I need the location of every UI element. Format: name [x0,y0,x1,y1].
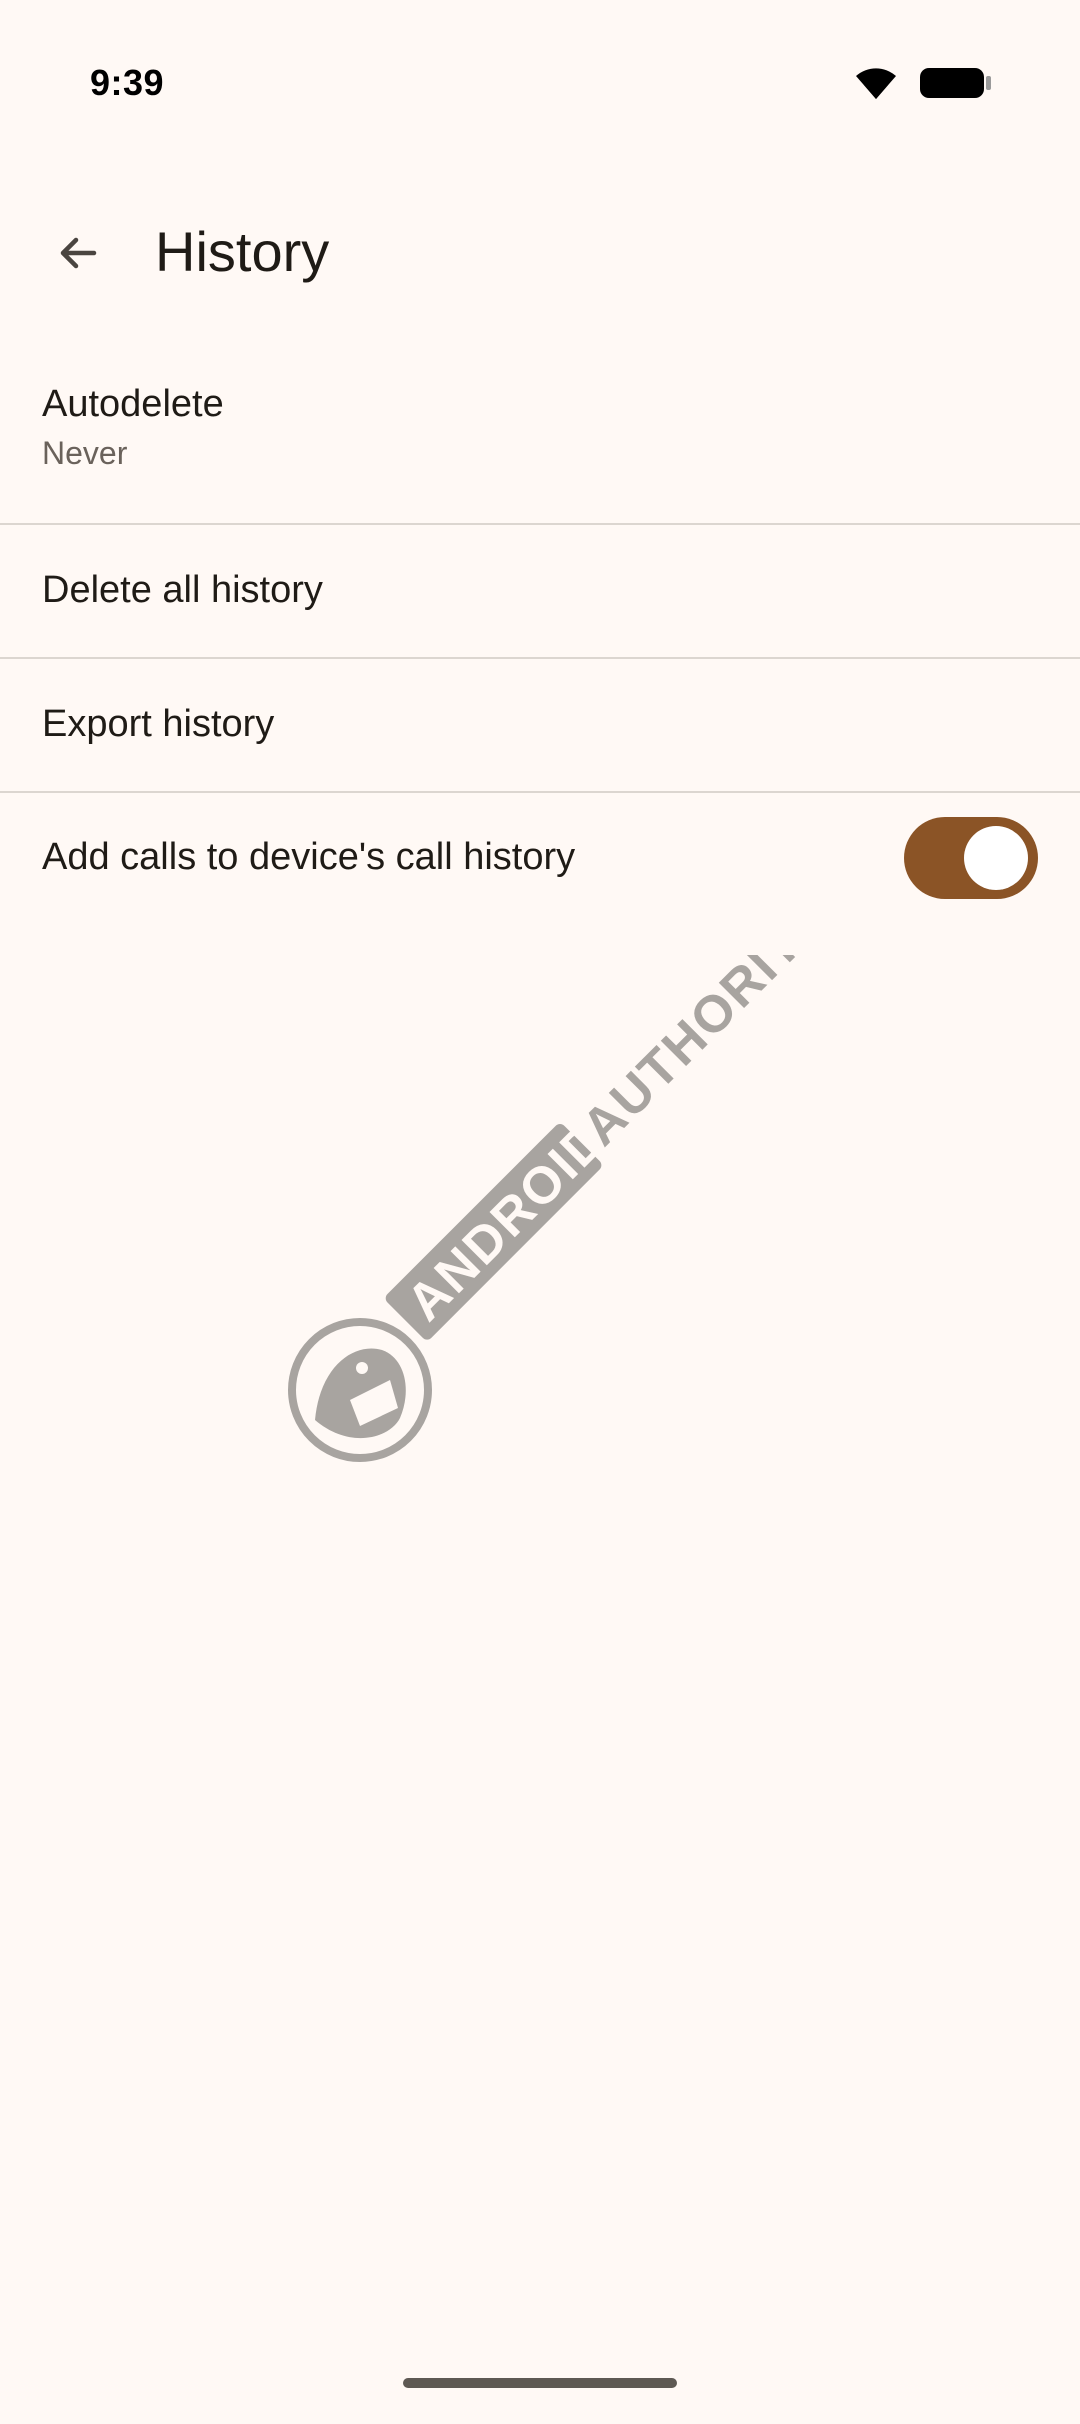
status-icons [854,66,992,100]
history-settings-screen: 9:39 History Autodelete Never Delete all… [0,0,1080,2424]
watermark-logo-icon [288,1318,432,1462]
back-button[interactable] [30,207,126,303]
autodelete-setting[interactable]: Autodelete Never [0,360,1080,525]
export-history-setting[interactable]: Export history [0,659,1080,793]
wifi-icon [854,66,898,100]
delete-all-history-title: Delete all history [42,569,323,612]
arrow-back-icon [54,229,102,282]
gesture-nav-handle[interactable] [403,2378,677,2388]
page-title: History [155,220,330,283]
settings-list: Autodelete Never Delete all history Expo… [0,360,1080,923]
delete-all-history-setting[interactable]: Delete all history [0,525,1080,659]
status-time: 9:39 [90,62,165,103]
add-calls-title: Add calls to device's call history [42,836,576,879]
export-history-title: Export history [42,703,275,746]
svg-text:AUTHORITY: AUTHORITY [571,955,820,1157]
top-app-bar: History [0,195,1080,315]
svg-text:ANDROID: ANDROID [396,1110,619,1333]
add-calls-to-call-history-setting[interactable]: Add calls to device's call history [0,793,1080,923]
add-calls-toggle[interactable] [904,817,1038,899]
android-authority-watermark: ANDROID AUTHORITY [280,889,840,1475]
autodelete-value: Never [42,435,128,472]
autodelete-title: Autodelete [42,383,224,425]
battery-icon [920,66,992,100]
toggle-thumb [964,826,1028,890]
status-bar: 9:39 [0,0,1080,170]
